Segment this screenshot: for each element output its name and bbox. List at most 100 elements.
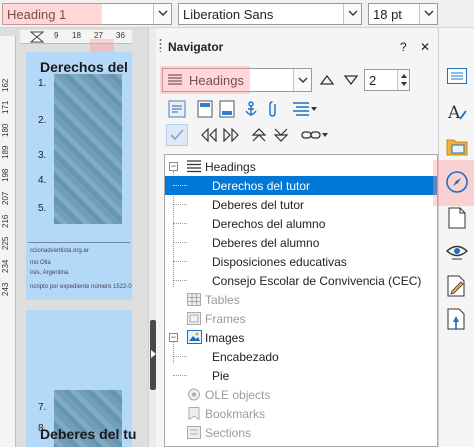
promote-level-button[interactable]: [316, 69, 338, 91]
tree-item-label: Deberes del alumno: [212, 236, 320, 250]
document-page[interactable]: Derechos del 1. 2. 3. 4. 5. ccionadventi…: [26, 52, 132, 300]
tree-item-image[interactable]: Encabezado: [165, 347, 437, 366]
document-view[interactable]: 9 18 27 36 162 171 180 189 198 207 216 2…: [0, 28, 148, 447]
font-properties-icon: A: [447, 103, 467, 123]
ole-object-icon: [188, 388, 200, 401]
heading-level-spin[interactable]: 2: [364, 69, 410, 91]
design-icon: [447, 308, 465, 330]
font-size-combo[interactable]: 18 pt: [368, 3, 438, 25]
content-tree[interactable]: − Headings Derechos del tutor Deberes de…: [164, 154, 438, 447]
tree-item-heading[interactable]: Deberes del tutor: [165, 195, 437, 214]
tree-item-label: Disposiciones educativas: [212, 255, 347, 269]
collapse-icon[interactable]: −: [169, 162, 178, 171]
tree-node-headings[interactable]: − Headings: [165, 157, 437, 176]
tree-item-heading[interactable]: Disposiciones educativas: [165, 252, 437, 271]
ruler-tick: 207: [1, 191, 10, 205]
sidebar-tab-manage-changes[interactable]: [443, 272, 471, 300]
sidebar-tab-page[interactable]: [443, 204, 471, 232]
horizontal-ruler[interactable]: 9 18 27 36: [20, 30, 132, 44]
content-type-combo[interactable]: Headings: [162, 68, 312, 92]
sidebar-tab-style-inspector[interactable]: [443, 238, 471, 266]
tree-item-heading[interactable]: Consejo Escolar de Convivencia (CEC): [165, 271, 437, 290]
ruler-tick: 216: [1, 214, 10, 228]
vertical-ruler[interactable]: 162 171 180 189 198 207 216 225 234 243: [0, 36, 16, 447]
tree-guide: [173, 356, 187, 357]
list-number: 5.: [38, 203, 47, 214]
paragraph-style-combo[interactable]: Heading 1: [2, 3, 172, 25]
headings-icon: [168, 74, 182, 85]
drag-handle-icon[interactable]: [159, 38, 162, 52]
tree-guide: [173, 280, 187, 281]
toggle-icon[interactable]: [166, 98, 188, 120]
tree-item-heading[interactable]: Derechos del alumno: [165, 214, 437, 233]
move-chapter-down-button[interactable]: [270, 124, 292, 146]
triangle-up-icon: [320, 75, 334, 85]
footer-icon[interactable]: [216, 98, 238, 120]
tree-item-label: Pie: [212, 369, 230, 383]
ruler-tick: 180: [1, 123, 10, 137]
double-left-icon: [201, 128, 217, 142]
sidebar-tab-properties[interactable]: A: [443, 98, 471, 126]
pane-splitter[interactable]: [148, 28, 156, 447]
spin-arrows-icon[interactable]: [397, 70, 409, 90]
tree-item-image[interactable]: Pie: [165, 366, 437, 385]
chevron-down-icon[interactable]: [419, 4, 437, 24]
ruler-tick: 171: [1, 100, 10, 114]
content-navigation-view-button[interactable]: [166, 124, 188, 146]
tree-node-label: Frames: [205, 312, 246, 326]
help-button[interactable]: ?: [400, 40, 407, 54]
header-icon[interactable]: [194, 98, 216, 120]
heading-level-value: 2: [369, 73, 377, 88]
section-icon: [187, 426, 201, 439]
sidebar-tab-navigator[interactable]: [443, 168, 471, 196]
tree-guide: [173, 242, 187, 243]
sidebar-tabbar: A: [433, 28, 474, 447]
tree-node-ole-objects[interactable]: OLE objects: [165, 385, 437, 404]
font-name-combo[interactable]: Liberation Sans: [178, 3, 362, 25]
font-size-value: 18 pt: [373, 7, 402, 22]
anchor-icon[interactable]: [240, 98, 262, 120]
tree-guide: [173, 375, 187, 376]
triangle-down-icon: [344, 75, 358, 85]
ruler-tick: 36: [116, 31, 125, 40]
footer-text: mo Olla: [30, 260, 51, 266]
tree-node-label: Images: [205, 331, 245, 345]
tree-item-label: Encabezado: [212, 350, 279, 364]
tree-node-frames[interactable]: Frames: [165, 309, 437, 328]
tree-item-heading[interactable]: Derechos del tutor: [165, 176, 437, 195]
footer-text: ires, Argentina: [30, 270, 69, 276]
sidebar-tab-design[interactable]: [443, 306, 471, 334]
move-chapter-up-button[interactable]: [248, 124, 270, 146]
previous-button[interactable]: [198, 124, 220, 146]
close-button[interactable]: ✕: [420, 40, 430, 54]
drag-mode-button[interactable]: [298, 124, 332, 146]
sidebar-menu-button[interactable]: [443, 62, 471, 90]
demote-level-button[interactable]: [340, 69, 362, 91]
footer-text: ncripto por expediente número 1522-0: [30, 284, 132, 290]
font-name-value: Liberation Sans: [183, 7, 274, 22]
attachment-icon[interactable]: [262, 98, 284, 120]
tree-node-tables[interactable]: Tables: [165, 290, 437, 309]
chevron-down-icon[interactable]: [293, 69, 311, 91]
tree-guide: [173, 223, 187, 224]
collapse-icon[interactable]: −: [169, 333, 178, 342]
pixelated-text-block: [54, 74, 122, 224]
move-up-icon: [251, 128, 267, 142]
checkmark-icon: [170, 129, 184, 141]
navigator-panel: Navigator ? ✕ Headings 2 − Headings Dere…: [156, 28, 438, 447]
sidebar-tab-gallery[interactable]: [443, 132, 471, 160]
next-button[interactable]: [220, 124, 242, 146]
tree-node-sections[interactable]: Sections: [165, 423, 437, 442]
tree-item-heading[interactable]: Deberes del alumno: [165, 233, 437, 252]
svg-text:A: A: [447, 103, 461, 123]
chevron-down-icon[interactable]: [153, 4, 171, 24]
gallery-icon: [446, 139, 468, 156]
document-heading: Deberes del tu: [40, 426, 137, 442]
tree-node-bookmarks[interactable]: Bookmarks: [165, 404, 437, 423]
tree-node-images[interactable]: − Images: [165, 328, 437, 347]
list-number: 3.: [38, 150, 47, 161]
indent-marker-icon[interactable]: [30, 31, 44, 43]
headings-icon: [187, 160, 201, 173]
heading-levels-shown-button[interactable]: [288, 98, 322, 120]
chevron-down-icon[interactable]: [343, 4, 361, 24]
